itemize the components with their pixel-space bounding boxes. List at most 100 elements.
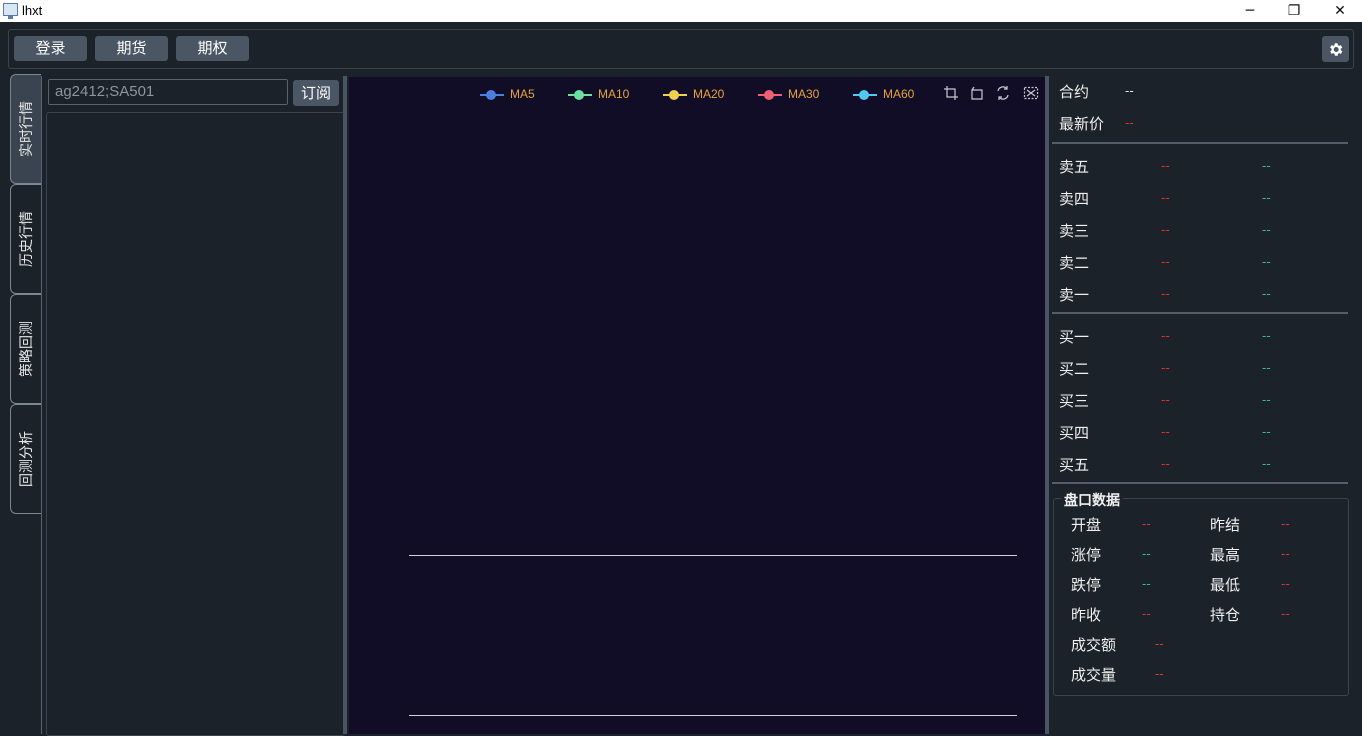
bid-price: -- [1161, 456, 1170, 471]
options-button[interactable]: 期权 [176, 36, 249, 61]
divider [1052, 482, 1348, 484]
contract-input[interactable]: ag2412;SA501 [48, 79, 288, 105]
bid-volume: -- [1262, 456, 1271, 471]
tab-history-quotes[interactable]: 历史行情 [10, 184, 41, 294]
legend-dot [764, 90, 774, 100]
ask-price: -- [1161, 222, 1170, 237]
ask-label: 卖五 [1059, 158, 1090, 176]
legend-dot [574, 90, 584, 100]
title-bar: lhxt ─ ❐ ✕ [0, 0, 1362, 22]
ask-price: -- [1161, 254, 1170, 269]
bid-volume: -- [1262, 392, 1271, 407]
minimize-button[interactable]: ─ [1227, 0, 1273, 22]
high-label: 最高 [1210, 546, 1241, 564]
limit-down-label: 跌停 [1071, 576, 1102, 594]
kline-chart[interactable]: MA5 MA10 MA20 MA30 MA60 [349, 77, 1045, 734]
bid-volume: -- [1262, 424, 1271, 439]
bid-volume: -- [1262, 328, 1271, 343]
low-value: -- [1281, 576, 1290, 591]
ask-label: 卖三 [1059, 222, 1090, 240]
last-price-label: 最新价 [1059, 115, 1105, 133]
bid-price: -- [1161, 424, 1170, 439]
bid-label: 买二 [1059, 360, 1090, 378]
legend-label: MA10 [598, 87, 630, 101]
window-title: lhxt [22, 3, 43, 18]
ask-volume: -- [1262, 286, 1271, 301]
legend-label: MA60 [883, 87, 915, 101]
bid-label: 买四 [1059, 424, 1090, 442]
low-label: 最低 [1210, 576, 1241, 594]
futures-button[interactable]: 期货 [95, 36, 168, 61]
zoom-select-icon[interactable] [943, 85, 959, 101]
ask-price: -- [1161, 158, 1170, 173]
restore-icon[interactable] [995, 85, 1011, 101]
bid-label: 买一 [1059, 328, 1090, 346]
bid-volume: -- [1262, 360, 1271, 375]
prev-settle-label: 昨结 [1210, 516, 1241, 534]
legend-label: MA20 [693, 87, 725, 101]
tab-label: 历史行情 [19, 211, 35, 267]
limit-up-label: 涨停 [1071, 546, 1102, 564]
limit-up-value: -- [1142, 546, 1151, 561]
app-icon [3, 3, 18, 19]
toolbar: 登录 期货 期权 [8, 29, 1354, 69]
close-button[interactable]: ✕ [1317, 0, 1362, 22]
legend-label: MA5 [510, 87, 535, 101]
vertical-tab-bar: 实时行情 历史行情 策略回测 回测分析 [0, 74, 42, 734]
volume-label: 成交量 [1071, 666, 1117, 684]
splitter-left[interactable] [343, 76, 347, 734]
ask-volume: -- [1262, 222, 1271, 237]
market-data-group: 盘口数据 开盘 -- 昨结 -- 涨停 -- 最高 -- 跌停 -- 最低 --… [1053, 490, 1349, 696]
chart-axis-line [409, 715, 1017, 716]
maximize-button[interactable]: ❐ [1271, 0, 1317, 22]
bid-label: 买五 [1059, 456, 1090, 474]
settings-button[interactable] [1322, 36, 1349, 62]
tab-backtest-analysis[interactable]: 回测分析 [10, 404, 41, 514]
ask-volume: -- [1262, 190, 1271, 205]
tab-realtime-quotes[interactable]: 实时行情 [10, 74, 41, 184]
save-image-icon[interactable] [1023, 85, 1039, 101]
open-interest-value: -- [1281, 606, 1290, 621]
turnover-label: 成交额 [1071, 636, 1117, 654]
ask-label: 卖二 [1059, 254, 1090, 272]
tab-strategy-backtest[interactable]: 策略回测 [10, 294, 41, 404]
contract-list[interactable] [46, 112, 345, 736]
ask-label: 卖四 [1059, 190, 1090, 208]
legend-label: MA30 [788, 87, 820, 101]
bid-price: -- [1161, 328, 1170, 343]
last-price-value: -- [1125, 115, 1134, 130]
tab-label: 实时行情 [19, 101, 35, 157]
bid-label: 买三 [1059, 392, 1090, 410]
limit-down-value: -- [1142, 576, 1151, 591]
gear-icon [1330, 43, 1343, 56]
bid-price: -- [1161, 360, 1170, 375]
ask-volume: -- [1262, 254, 1271, 269]
left-panel: ag2412;SA501 订阅 [41, 76, 345, 736]
volume-value: -- [1155, 666, 1164, 681]
legend-dot [859, 90, 869, 100]
ask-label: 卖一 [1059, 286, 1090, 304]
prev-close-value: -- [1142, 606, 1151, 621]
open-label: 开盘 [1071, 516, 1102, 534]
tab-label: 策略回测 [19, 321, 35, 377]
turnover-value: -- [1155, 636, 1164, 651]
login-button[interactable]: 登录 [14, 36, 87, 61]
group-title: 盘口数据 [1061, 490, 1123, 510]
legend-dot [669, 90, 679, 100]
contract-label: 合约 [1059, 83, 1090, 101]
quote-panel: 合约 -- 最新价 -- 卖五 -- -- 卖四 -- -- 卖三 -- -- … [1049, 76, 1352, 734]
divider [1052, 142, 1348, 144]
open-interest-label: 持仓 [1210, 606, 1241, 624]
bid-price: -- [1161, 392, 1170, 407]
tab-label: 回测分析 [19, 431, 35, 487]
ask-volume: -- [1262, 158, 1271, 173]
zoom-reset-icon[interactable] [969, 85, 985, 101]
ask-price: -- [1161, 190, 1170, 205]
legend-dot [486, 90, 496, 100]
ask-price: -- [1161, 286, 1170, 301]
subscribe-button[interactable]: 订阅 [293, 80, 339, 106]
chart-axis-line [409, 555, 1017, 556]
high-value: -- [1281, 546, 1290, 561]
open-value: -- [1142, 516, 1151, 531]
prev-settle-value: -- [1281, 516, 1290, 531]
